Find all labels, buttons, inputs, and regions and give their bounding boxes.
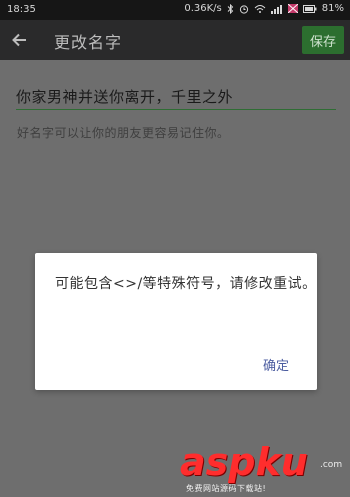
name-hint: 好名字可以让你的朋友更容易记住你。 xyxy=(17,126,230,140)
status-icons: 0.36K/s 81% xyxy=(184,3,344,14)
page-title: 更改名字 xyxy=(54,33,123,52)
roaming-flag-icon xyxy=(287,4,298,13)
watermark-brand: aspku xyxy=(180,440,308,484)
network-speed: 0.36K/s xyxy=(184,3,222,14)
dialog-message: 可能包含<>/等特殊符号，请修改重试。 xyxy=(55,276,317,292)
watermark-logo: aspku .com 免费网站源码下载站! xyxy=(180,440,345,495)
battery-percent: 81% xyxy=(321,3,344,14)
signal-icon xyxy=(270,4,283,14)
wifi-icon xyxy=(254,4,266,14)
back-arrow-icon[interactable] xyxy=(10,30,30,50)
watermark-tagline: 免费网站源码下载站! xyxy=(186,484,267,493)
input-underline xyxy=(16,109,336,110)
error-dialog: 可能包含<>/等特殊符号，请修改重试。 确定 xyxy=(35,253,317,390)
bluetooth-icon xyxy=(227,3,234,14)
name-input[interactable]: 你家男神并送你离开，千里之外 xyxy=(16,86,336,110)
save-button[interactable]: 保存 xyxy=(302,26,344,54)
battery-icon xyxy=(302,4,317,13)
status-bar: 18:35 0.36K/s 81% xyxy=(0,0,350,20)
alarm-icon xyxy=(239,4,249,14)
dialog-ok-button[interactable]: 确定 xyxy=(259,353,293,376)
status-time: 18:35 xyxy=(7,4,36,15)
app-bar: 更改名字 保存 xyxy=(0,20,350,60)
watermark-domain: .com xyxy=(320,460,343,470)
